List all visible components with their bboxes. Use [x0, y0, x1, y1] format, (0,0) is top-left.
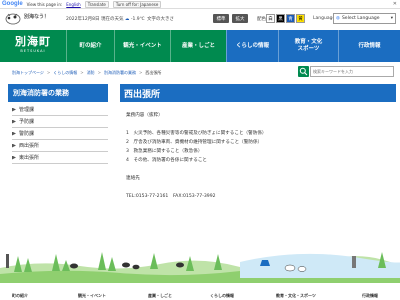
language-select[interactable]: ◍ Select Language ▾ — [333, 13, 396, 24]
search-button[interactable] — [298, 66, 309, 77]
footer-scenery — [0, 238, 400, 283]
breadcrumb-living[interactable]: くらしの情報 — [53, 70, 77, 76]
contact-phone-fax: TEL:0153-77-2161 FAX:0153-77-3992 — [126, 194, 216, 199]
translate-bar: Google View this page in: English Transl… — [0, 0, 400, 9]
sidebar-list: 管理課 予防課 警防課 西出張所 東出張所 — [12, 104, 108, 164]
mascot-icon — [5, 13, 21, 25]
font-standard-button[interactable]: 標準 — [213, 14, 229, 23]
language-label: Language — [313, 16, 336, 21]
chevron-right-icon — [12, 131, 16, 136]
sidebar-item-fire-defense[interactable]: 警防課 — [12, 128, 108, 140]
weather-date: 2022年12月8日 現在の天気 ☁ -1.9℃ — [66, 17, 145, 22]
translate-button[interactable]: Translate — [84, 0, 109, 8]
chevron-right-icon — [12, 155, 16, 160]
breadcrumb-home[interactable]: 別海トップページ — [12, 70, 44, 76]
footer-living-info[interactable]: くらしの情報 — [210, 293, 234, 299]
slogan-text: 別海なう！ — [24, 14, 50, 20]
sidebar-item-west-branch[interactable]: 西出張所 — [12, 140, 108, 152]
nav-education-culture[interactable]: 教育・文化 スポーツ — [278, 30, 338, 62]
duty-item: 1 火災予防、各種災害等の警戒及び防ぎょに関すること（警防係） — [126, 131, 267, 136]
translate-language-link[interactable]: English — [66, 2, 80, 7]
chevron-right-icon — [12, 143, 16, 148]
color-blue-button[interactable]: 青 — [286, 14, 295, 23]
sidebar-item-prevention[interactable]: 予防課 — [12, 116, 108, 128]
duty-item: 2 庁舎及び消防車両、資機材の維持管理に関すること（警防係） — [126, 140, 263, 145]
nav-town-intro[interactable]: 町の紹介 — [66, 30, 114, 62]
nav-administration[interactable]: 行政情報 — [338, 30, 400, 62]
duties-intro: 業務内容（抜粋） — [126, 113, 163, 118]
nav-tourism-events[interactable]: 観光・イベント — [114, 30, 170, 62]
breadcrumb-fire-station[interactable]: 別海消防署の業務 — [104, 70, 136, 76]
color-white-button[interactable]: 白 — [266, 14, 275, 23]
search-icon — [299, 67, 308, 76]
close-icon[interactable]: ✕ — [393, 1, 397, 7]
font-size-label: 文字の大きさ — [147, 17, 174, 22]
temperature: -1.9℃ — [130, 17, 145, 22]
footer-nav: 町の紹介 観光・イベント 産業・しごと くらしの情報 教育・文化・スポーツ 行政… — [0, 292, 400, 300]
color-scheme-label: 配色 — [257, 17, 266, 22]
site-logo[interactable]: 別海町 BETSUKAI — [8, 33, 58, 59]
nav-industry-work[interactable]: 産業・しごと — [170, 30, 226, 62]
footer-administration[interactable]: 行政情報 — [362, 293, 378, 299]
font-zoom-button[interactable]: 拡大 — [232, 14, 248, 23]
breadcrumb-fire[interactable]: 消防 — [87, 70, 95, 76]
chevron-right-icon — [12, 119, 16, 124]
duty-item: 3 救急業務に関すること（救急係） — [126, 149, 203, 154]
breadcrumb: 別海トップページ > くらしの情報 > 消防 > 別海消防署の業務 > 西出張所 — [12, 70, 162, 76]
breadcrumb-current: 西出張所 — [145, 70, 162, 75]
page-title: 西出張所 — [120, 84, 396, 102]
footer-industry-work[interactable]: 産業・しごと — [148, 293, 172, 299]
nav-living-info[interactable]: くらしの情報 — [226, 30, 278, 62]
google-logo: Google — [2, 1, 23, 7]
footer-education-culture[interactable]: 教育・文化・スポーツ — [276, 293, 316, 299]
sidebar-item-management[interactable]: 管理課 — [12, 104, 108, 116]
chevron-down-icon: ▾ — [390, 16, 393, 21]
translate-view-text: View this page in: — [26, 1, 63, 7]
footer-town-intro[interactable]: 町の紹介 — [12, 293, 28, 299]
sidebar-item-east-branch[interactable]: 東出張所 — [12, 152, 108, 164]
footer-tourism-events[interactable]: 観光・イベント — [78, 293, 106, 299]
chevron-right-icon — [12, 107, 16, 112]
color-yellow-button[interactable]: 黄 — [296, 14, 305, 23]
search-input[interactable] — [310, 66, 394, 77]
sidebar-title: 別海消防署の業務 — [8, 84, 108, 102]
duty-item: 4 その他、消防署の各係に関すること — [126, 158, 208, 163]
contact-label: 連絡先 — [126, 176, 140, 181]
globe-icon: ◍ — [336, 16, 340, 21]
color-black-button[interactable]: 黒 — [276, 14, 285, 23]
turn-off-button[interactable]: Turn off for: Japanese — [112, 0, 162, 8]
